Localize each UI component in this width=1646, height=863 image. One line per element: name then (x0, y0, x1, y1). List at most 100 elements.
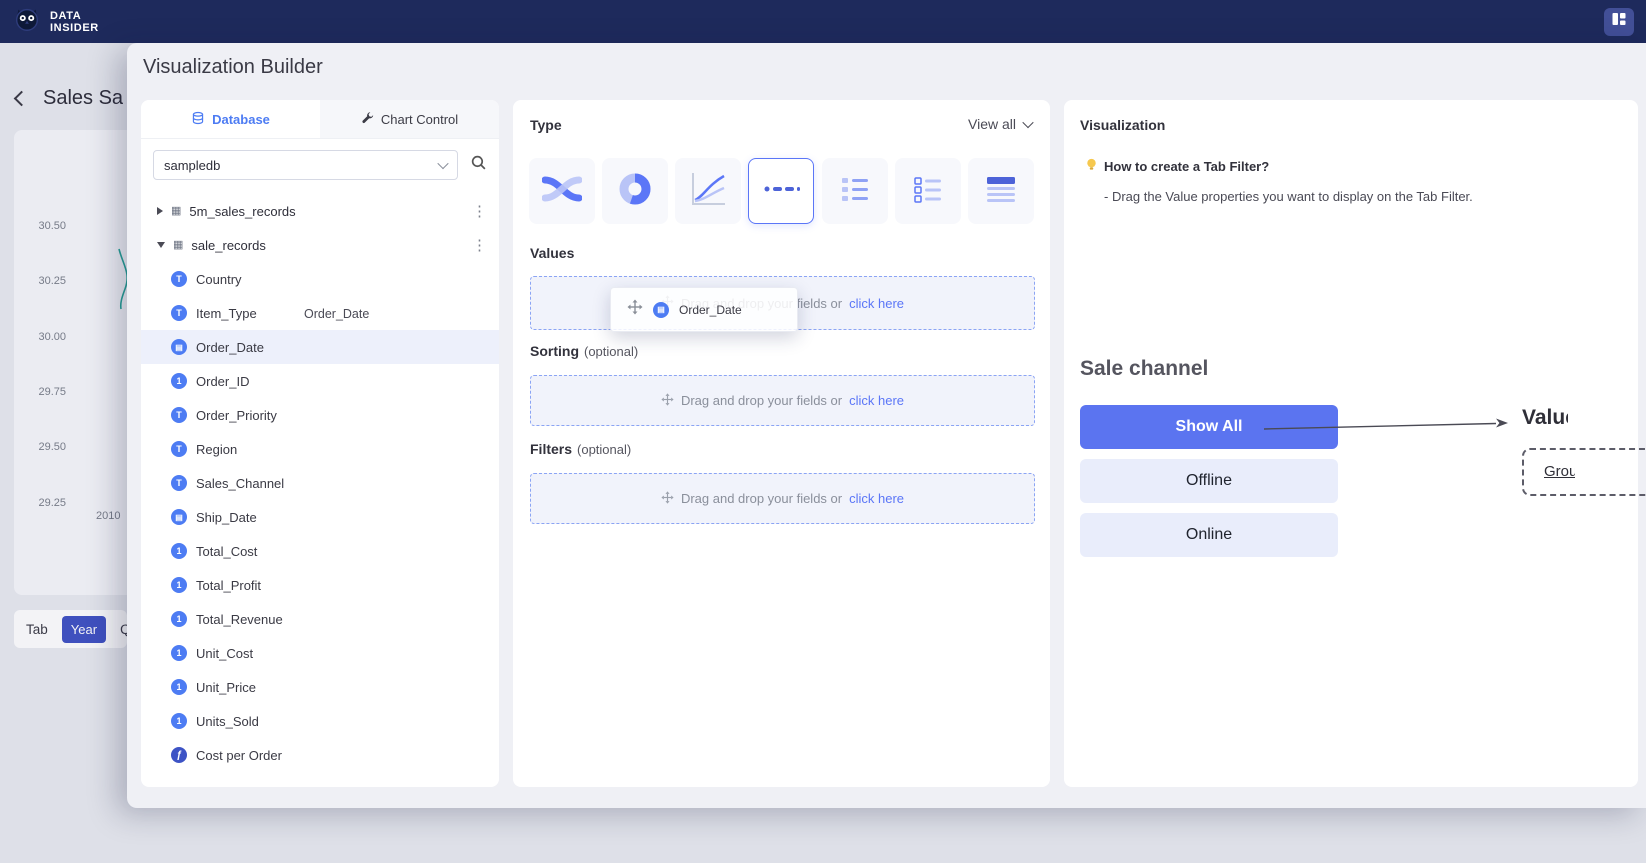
values-section-label: Values (530, 245, 574, 261)
annotation-group-dropzone[interactable]: Group (1522, 448, 1646, 496)
tip-title: How to create a Tab Filter? (1104, 159, 1269, 174)
dropzone-text: Drag and drop your fields or (681, 491, 842, 506)
chevron-down-icon (437, 158, 448, 169)
drag-origin-label: Order_Date (304, 307, 369, 321)
lightbulb-icon (1084, 157, 1099, 177)
table-icon: ▦ (171, 206, 181, 217)
field-row-total-revenue[interactable]: 1 Total_Revenue (141, 602, 499, 636)
field-type-icon: 1 (171, 577, 187, 593)
visualization-builder-modal: Visualization Builder Database (127, 43, 1646, 808)
drag-ghost[interactable]: ▤ Order_Date (610, 287, 798, 332)
field-row-cost-per-order[interactable]: ƒ Cost per Order (141, 738, 499, 772)
type-section-label: Type (530, 117, 562, 133)
chart-type-dash-line[interactable] (748, 158, 814, 224)
field-type-icon: ▤ (171, 339, 187, 355)
sorting-section-label: Sorting(optional) (530, 343, 638, 359)
chevron-down-icon (1022, 117, 1033, 128)
field-type-icon: ▤ (171, 509, 187, 525)
view-all-button[interactable]: View all (968, 116, 1032, 132)
grouped-list-icon (908, 169, 948, 214)
modal-title: Visualization Builder (143, 56, 323, 79)
chart-type-pie[interactable] (602, 158, 668, 224)
tree-group-sale-records[interactable]: ▦ sale_records ⋮ (141, 228, 499, 262)
field-type-icon: 1 (171, 373, 187, 389)
brand-line2: INSIDER (50, 22, 99, 34)
drag-icon (661, 491, 674, 507)
pie-chart-icon (615, 169, 655, 214)
field-row-order-priority[interactable]: T Order_Priority (141, 398, 499, 432)
field-row-units-sold[interactable]: 1 Units_Sold (141, 704, 499, 738)
field-row-order-date[interactable]: ▤ Order_Date (141, 330, 499, 364)
database-icon (191, 111, 205, 128)
move-icon (627, 299, 643, 320)
dashboard-widget-icon (1611, 11, 1627, 32)
database-select[interactable]: sampledb (153, 150, 458, 180)
builder-panel: Type View all (513, 100, 1050, 787)
field-type-icon: T (171, 305, 187, 321)
filter-option-offline[interactable]: Offline (1080, 459, 1338, 503)
click-here-link[interactable]: click here (849, 296, 904, 311)
field-row-unit-cost[interactable]: 1 Unit_Cost (141, 636, 499, 670)
field-type-icon: 1 (171, 713, 187, 729)
annotation-value-label: Value (1522, 406, 1568, 430)
click-here-link[interactable]: click here (849, 491, 904, 506)
database-select-value: sampledb (164, 158, 220, 173)
field-row-order-id[interactable]: 1 Order_ID (141, 364, 499, 398)
field-row-region[interactable]: T Region (141, 432, 499, 466)
field-row-total-profit[interactable]: 1 Total_Profit (141, 568, 499, 602)
dropzone-text: Drag and drop your fields or (681, 393, 842, 408)
annotation-arrow (1260, 415, 1512, 437)
dashboard-widget-button[interactable] (1604, 8, 1634, 36)
field-row-ship-date[interactable]: ▤ Ship_Date (141, 500, 499, 534)
brand-logo: DATA INSIDER (12, 4, 99, 39)
field-row-country[interactable]: T Country (141, 262, 499, 296)
field-row-total-cost[interactable]: 1 Total_Cost (141, 534, 499, 568)
field-row-unit-price[interactable]: 1 Unit_Price (141, 670, 499, 704)
chart-type-sankey[interactable] (529, 158, 595, 224)
panel-tabbar: Database Chart Control (141, 100, 499, 139)
filter-option-online[interactable]: Online (1080, 513, 1338, 557)
ghost-label: Order_Date (679, 303, 742, 317)
list-icon (835, 169, 875, 214)
tab-database[interactable]: Database (141, 100, 320, 138)
field-type-icon: T (171, 441, 187, 457)
visualization-title: Visualization (1080, 117, 1165, 133)
visualization-panel: Visualization How to create a Tab Filter… (1064, 100, 1638, 787)
field-type-icon: T (171, 407, 187, 423)
chart-type-table[interactable] (968, 158, 1034, 224)
table-icon: ▦ (173, 240, 183, 251)
search-icon[interactable] (470, 154, 487, 176)
field-type-icon: 1 (171, 543, 187, 559)
kebab-menu-icon[interactable]: ⋮ (472, 236, 487, 254)
widget-title: Sale channel (1080, 357, 1208, 381)
tree-group-5m-sales-records[interactable]: ▦ 5m_sales_records ⋮ (141, 194, 499, 228)
chart-type-grouped-list[interactable] (895, 158, 961, 224)
field-type-icon: 1 (171, 645, 187, 661)
field-type-icon: ▤ (653, 302, 669, 318)
dash-line-icon (761, 169, 801, 214)
chart-type-line[interactable] (675, 158, 741, 224)
table-icon (981, 169, 1021, 214)
sorting-dropzone[interactable]: Drag and drop your fields or click here (530, 375, 1035, 426)
tab-chart-control[interactable]: Chart Control (320, 100, 499, 138)
field-type-icon: 1 (171, 611, 187, 627)
wrench-icon (361, 111, 374, 127)
annotation-group-label: Group (1544, 463, 1575, 480)
database-panel: Database Chart Control sampledb (141, 100, 499, 787)
field-row-sales-channel[interactable]: T Sales_Channel (141, 466, 499, 500)
filters-section-label: Filters(optional) (530, 441, 631, 457)
field-type-icon: ƒ (171, 747, 187, 763)
kebab-menu-icon[interactable]: ⋮ (472, 202, 487, 220)
collapse-caret-icon[interactable] (157, 242, 165, 248)
click-here-link[interactable]: click here (849, 393, 904, 408)
app-header: DATA INSIDER (0, 0, 1646, 43)
tab-chart-control-label: Chart Control (381, 112, 458, 127)
expand-caret-icon[interactable] (157, 207, 163, 215)
field-type-icon: T (171, 271, 187, 287)
schema-tree: ▦ 5m_sales_records ⋮ ▦ sale_records ⋮ T … (141, 194, 499, 772)
chart-type-list[interactable] (822, 158, 888, 224)
brand-line1: DATA (50, 10, 99, 22)
tip-body: - Drag the Value properties you want to … (1104, 189, 1473, 204)
filters-dropzone[interactable]: Drag and drop your fields or click here (530, 473, 1035, 524)
field-type-icon: T (171, 475, 187, 491)
